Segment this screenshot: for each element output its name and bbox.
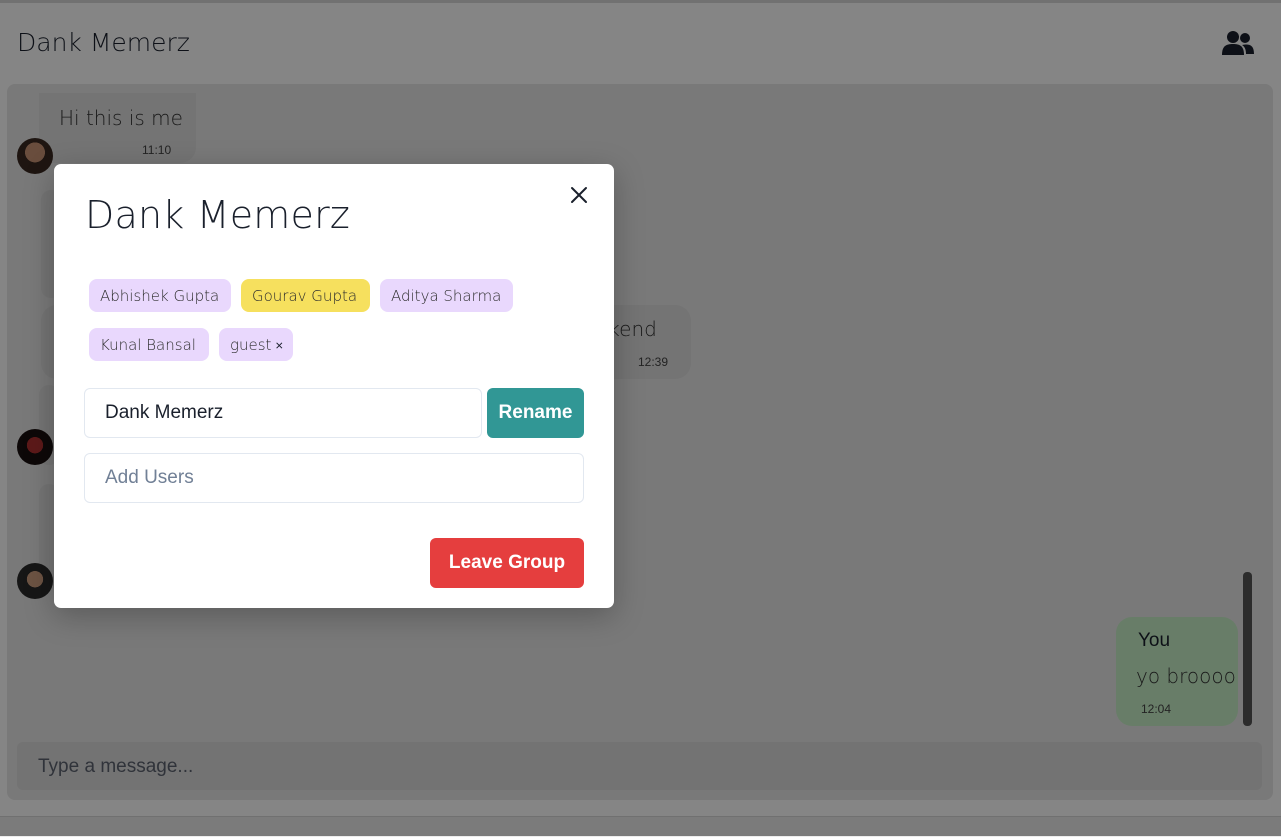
member-name: Kunal Bansal bbox=[100, 335, 196, 354]
member-name: Aditya Sharma bbox=[391, 286, 502, 305]
member-name: Abhishek Gupta bbox=[100, 286, 220, 305]
member-name: Gourav Gupta bbox=[252, 286, 358, 305]
close-icon[interactable] bbox=[564, 180, 594, 210]
group-settings-modal: Dank Memerz Abhishek Gupta Gourav Gupta … bbox=[54, 164, 614, 608]
rename-button[interactable]: Rename bbox=[487, 388, 584, 438]
member-chip: guest bbox=[219, 328, 293, 361]
member-chip-admin: Gourav Gupta bbox=[241, 279, 370, 312]
member-name: guest bbox=[230, 335, 272, 354]
add-users-input[interactable] bbox=[84, 453, 584, 503]
group-name-input[interactable] bbox=[84, 388, 482, 438]
modal-title: Dank Memerz bbox=[85, 193, 351, 237]
member-chip: Abhishek Gupta bbox=[89, 279, 231, 312]
member-chip: Aditya Sharma bbox=[380, 279, 513, 312]
remove-member-icon[interactable] bbox=[276, 340, 283, 351]
leave-group-button[interactable]: Leave Group bbox=[430, 538, 584, 588]
member-chip: Kunal Bansal bbox=[89, 328, 209, 361]
